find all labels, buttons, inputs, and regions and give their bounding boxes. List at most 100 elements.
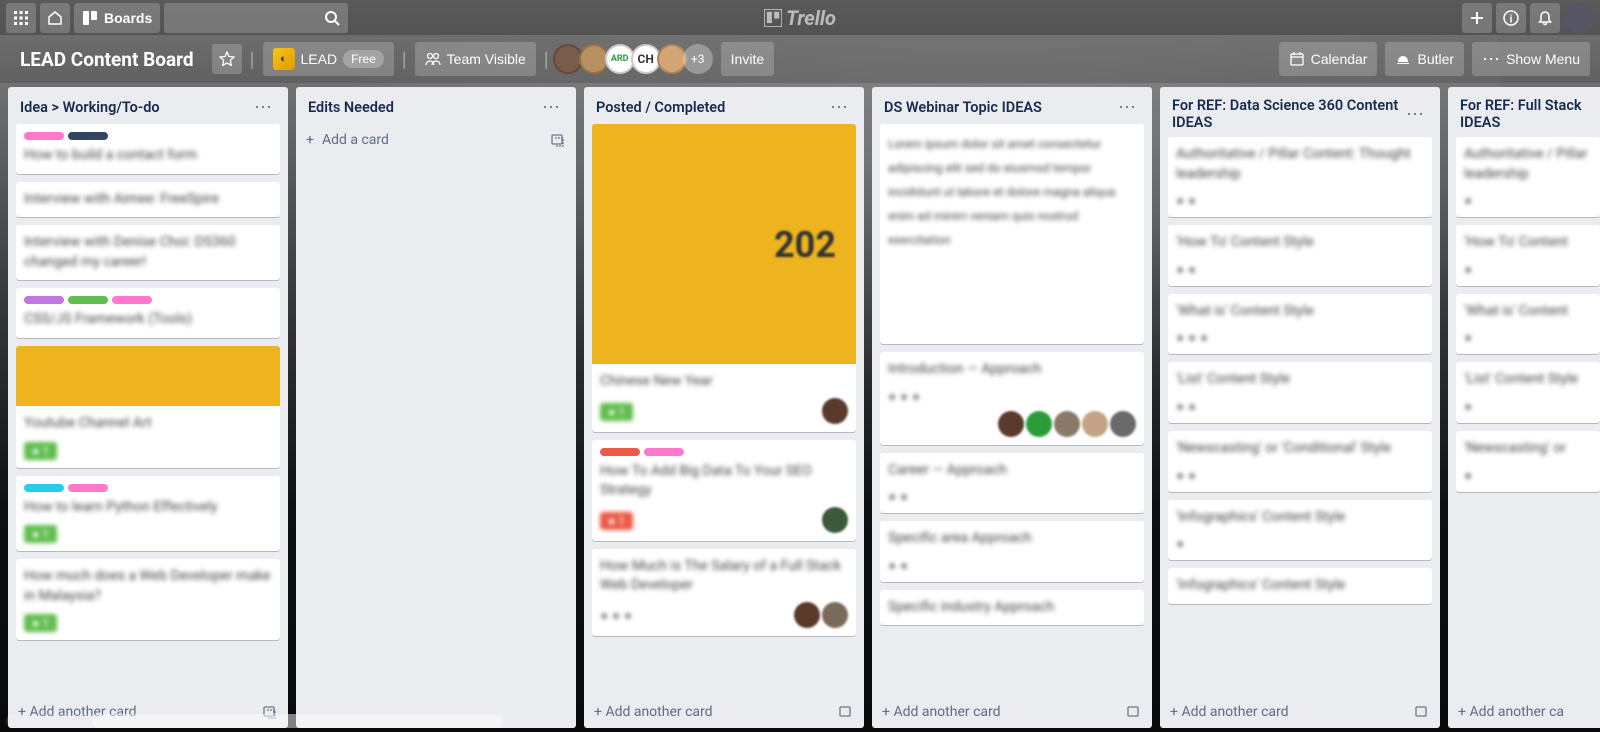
card[interactable]: 'Newscasting' or● [1456,431,1600,492]
member-avatar [822,602,848,628]
add-card-label: Add another card [605,704,712,720]
member-stack[interactable]: ARD CH +3 [557,44,713,74]
card-title: How To Add Big Data To Your SEO Strategy [600,462,848,501]
trello-logo-icon [764,9,782,27]
card[interactable]: Interview with Aimee: FreeSpire [16,182,280,218]
template-icon[interactable] [1126,704,1142,720]
card[interactable]: Youtube Channel Art ● 1 [16,346,280,468]
card[interactable]: Introduction — Approach ● ● ● [880,352,1144,445]
list-title[interactable]: DS Webinar Topic IDEAS [884,99,1042,116]
label-pink [112,296,152,304]
list-menu-button[interactable]: ⋯ [1402,104,1428,125]
list-menu-button[interactable]: ⋯ [250,97,276,118]
badge-chip: ● 1 [24,614,57,632]
show-menu-button[interactable]: ⋯ Show Menu [1472,42,1590,76]
card[interactable]: Authoritative / Pillar leadership● [1456,137,1600,217]
add-card-label: Add another card [893,704,1000,720]
list-title[interactable]: Posted / Completed [596,99,725,116]
list-menu-button[interactable]: ⋯ [826,97,852,118]
butler-button[interactable]: Butler [1385,42,1464,76]
card-title: 'Newscasting' or [1464,439,1592,459]
card-title: Chinese New Year [600,372,848,392]
template-icon[interactable] [550,132,566,148]
list-title[interactable]: Idea > Working/To-do [20,99,160,116]
card[interactable]: How to learn Python Effectively ● 1 [16,476,280,552]
board-title[interactable]: LEAD Content Board [10,48,204,71]
card[interactable]: How much does a Web Developer make in Ma… [16,559,280,640]
card[interactable]: 'How To' Content Style● ● [1168,225,1432,286]
list-ds360-ideas: For REF: Data Science 360 Content IDEAS … [1160,87,1440,728]
invite-button[interactable]: Invite [721,42,774,76]
card[interactable]: 'Infographics' Content Style [1168,568,1432,604]
member-count[interactable]: +3 [683,44,713,74]
list-menu-button[interactable]: ⋯ [538,97,564,118]
list-edits-needed: Edits Needed ⋯ + Add a card [296,87,576,728]
card[interactable]: Specific area Approach ● ● [880,521,1144,582]
card[interactable]: Career — Approach ● ● [880,453,1144,514]
list-title[interactable]: For REF: Full Stack IDEAS [1460,97,1596,131]
member-avatar [1110,411,1136,437]
search-input[interactable] [164,3,348,33]
card-title: 'How To' Content Style [1176,233,1424,253]
card[interactable]: Authoritative / Pillar Content: Thought … [1168,137,1432,217]
list-title[interactable]: For REF: Data Science 360 Content IDEAS [1172,97,1402,131]
workspace-icon: ◐ [273,48,295,70]
add-card-label: Add another ca [1469,704,1564,720]
template-icon[interactable] [838,704,854,720]
add-card-button[interactable]: + Add another card [1160,696,1440,728]
member-avatar [1054,411,1080,437]
user-avatar[interactable] [1564,3,1594,33]
add-card-button[interactable]: + Add another card [584,696,864,728]
card[interactable]: How To Add Big Data To Your SEO Strategy… [592,440,856,541]
list-cards: Lorem ipsum dolor sit amet consectetur a… [872,124,1152,696]
ellipsis-icon: ⋯ [1482,50,1500,68]
calendar-button[interactable]: Calendar [1279,42,1378,76]
plus-icon: + [882,704,890,720]
list-idea-working: Idea > Working/To-do ⋯ How to build a co… [8,87,288,728]
card[interactable]: Interview with Denise Choi: DS360 change… [16,225,280,280]
card[interactable]: 'Infographics' Content Style● [1168,500,1432,561]
topbar: Boards Trello [0,0,1600,35]
card[interactable]: Specific industry Approach [880,590,1144,626]
list-menu-button[interactable]: ⋯ [1114,97,1140,118]
boards-button[interactable]: Boards [74,3,160,33]
card[interactable]: 'What is' Content Style● ● ● [1168,294,1432,355]
notifications-button[interactable] [1530,3,1560,33]
card-title: 'List' Content Style [1176,370,1424,390]
add-card-button[interactable]: + Add another ca [1448,696,1600,728]
butler-label: Butler [1417,51,1454,67]
list-title[interactable]: Edits Needed [308,99,394,116]
card[interactable]: Lorem ipsum dolor sit amet consectetur a… [880,124,1144,344]
home-button[interactable] [40,3,70,33]
board[interactable]: Idea > Working/To-do ⋯ How to build a co… [0,83,1600,732]
info-button[interactable] [1496,3,1526,33]
plus-icon: + [1170,704,1178,720]
apps-button[interactable] [6,3,36,33]
workspace-pill[interactable]: ◐ LEAD Free [263,42,394,76]
card[interactable]: CSS/JS Framework (Tools) [16,288,280,338]
card-title: How much does a Web Developer make in Ma… [24,567,272,606]
star-button[interactable] [212,44,242,74]
list-fullstack-ideas: For REF: Full Stack IDEAS Authoritative … [1448,87,1600,728]
card[interactable]: 'Newscasting' or 'Conditional' Style● ● [1168,431,1432,492]
card[interactable]: 'List' Content Style● [1456,362,1600,423]
card[interactable]: 202 Chinese New Year ● 1 [592,124,856,432]
add-card-button[interactable]: + Add a card [296,124,576,156]
create-button[interactable] [1462,3,1492,33]
card[interactable]: 'List' Content Style● ● [1168,362,1432,423]
horizontal-scrollbar[interactable] [6,714,506,728]
label-pink [24,132,64,140]
card[interactable]: How to build a contact form [16,124,280,174]
scrollbar-thumb[interactable] [92,714,502,728]
logo[interactable]: Trello [764,6,836,30]
template-icon[interactable] [1414,704,1430,720]
card[interactable]: How Much is The Salary of a Full Stack W… [592,549,856,636]
card[interactable]: 'How To' Content● [1456,225,1600,286]
plus-icon [1469,10,1485,26]
card[interactable]: 'What is' Content● [1456,294,1600,355]
add-card-button[interactable]: + Add another card [872,696,1152,728]
search-wrap [164,3,348,33]
plus-icon: + [594,704,602,720]
card-title: Specific area Approach [888,529,1136,549]
visibility-pill[interactable]: Team Visible [415,42,536,76]
